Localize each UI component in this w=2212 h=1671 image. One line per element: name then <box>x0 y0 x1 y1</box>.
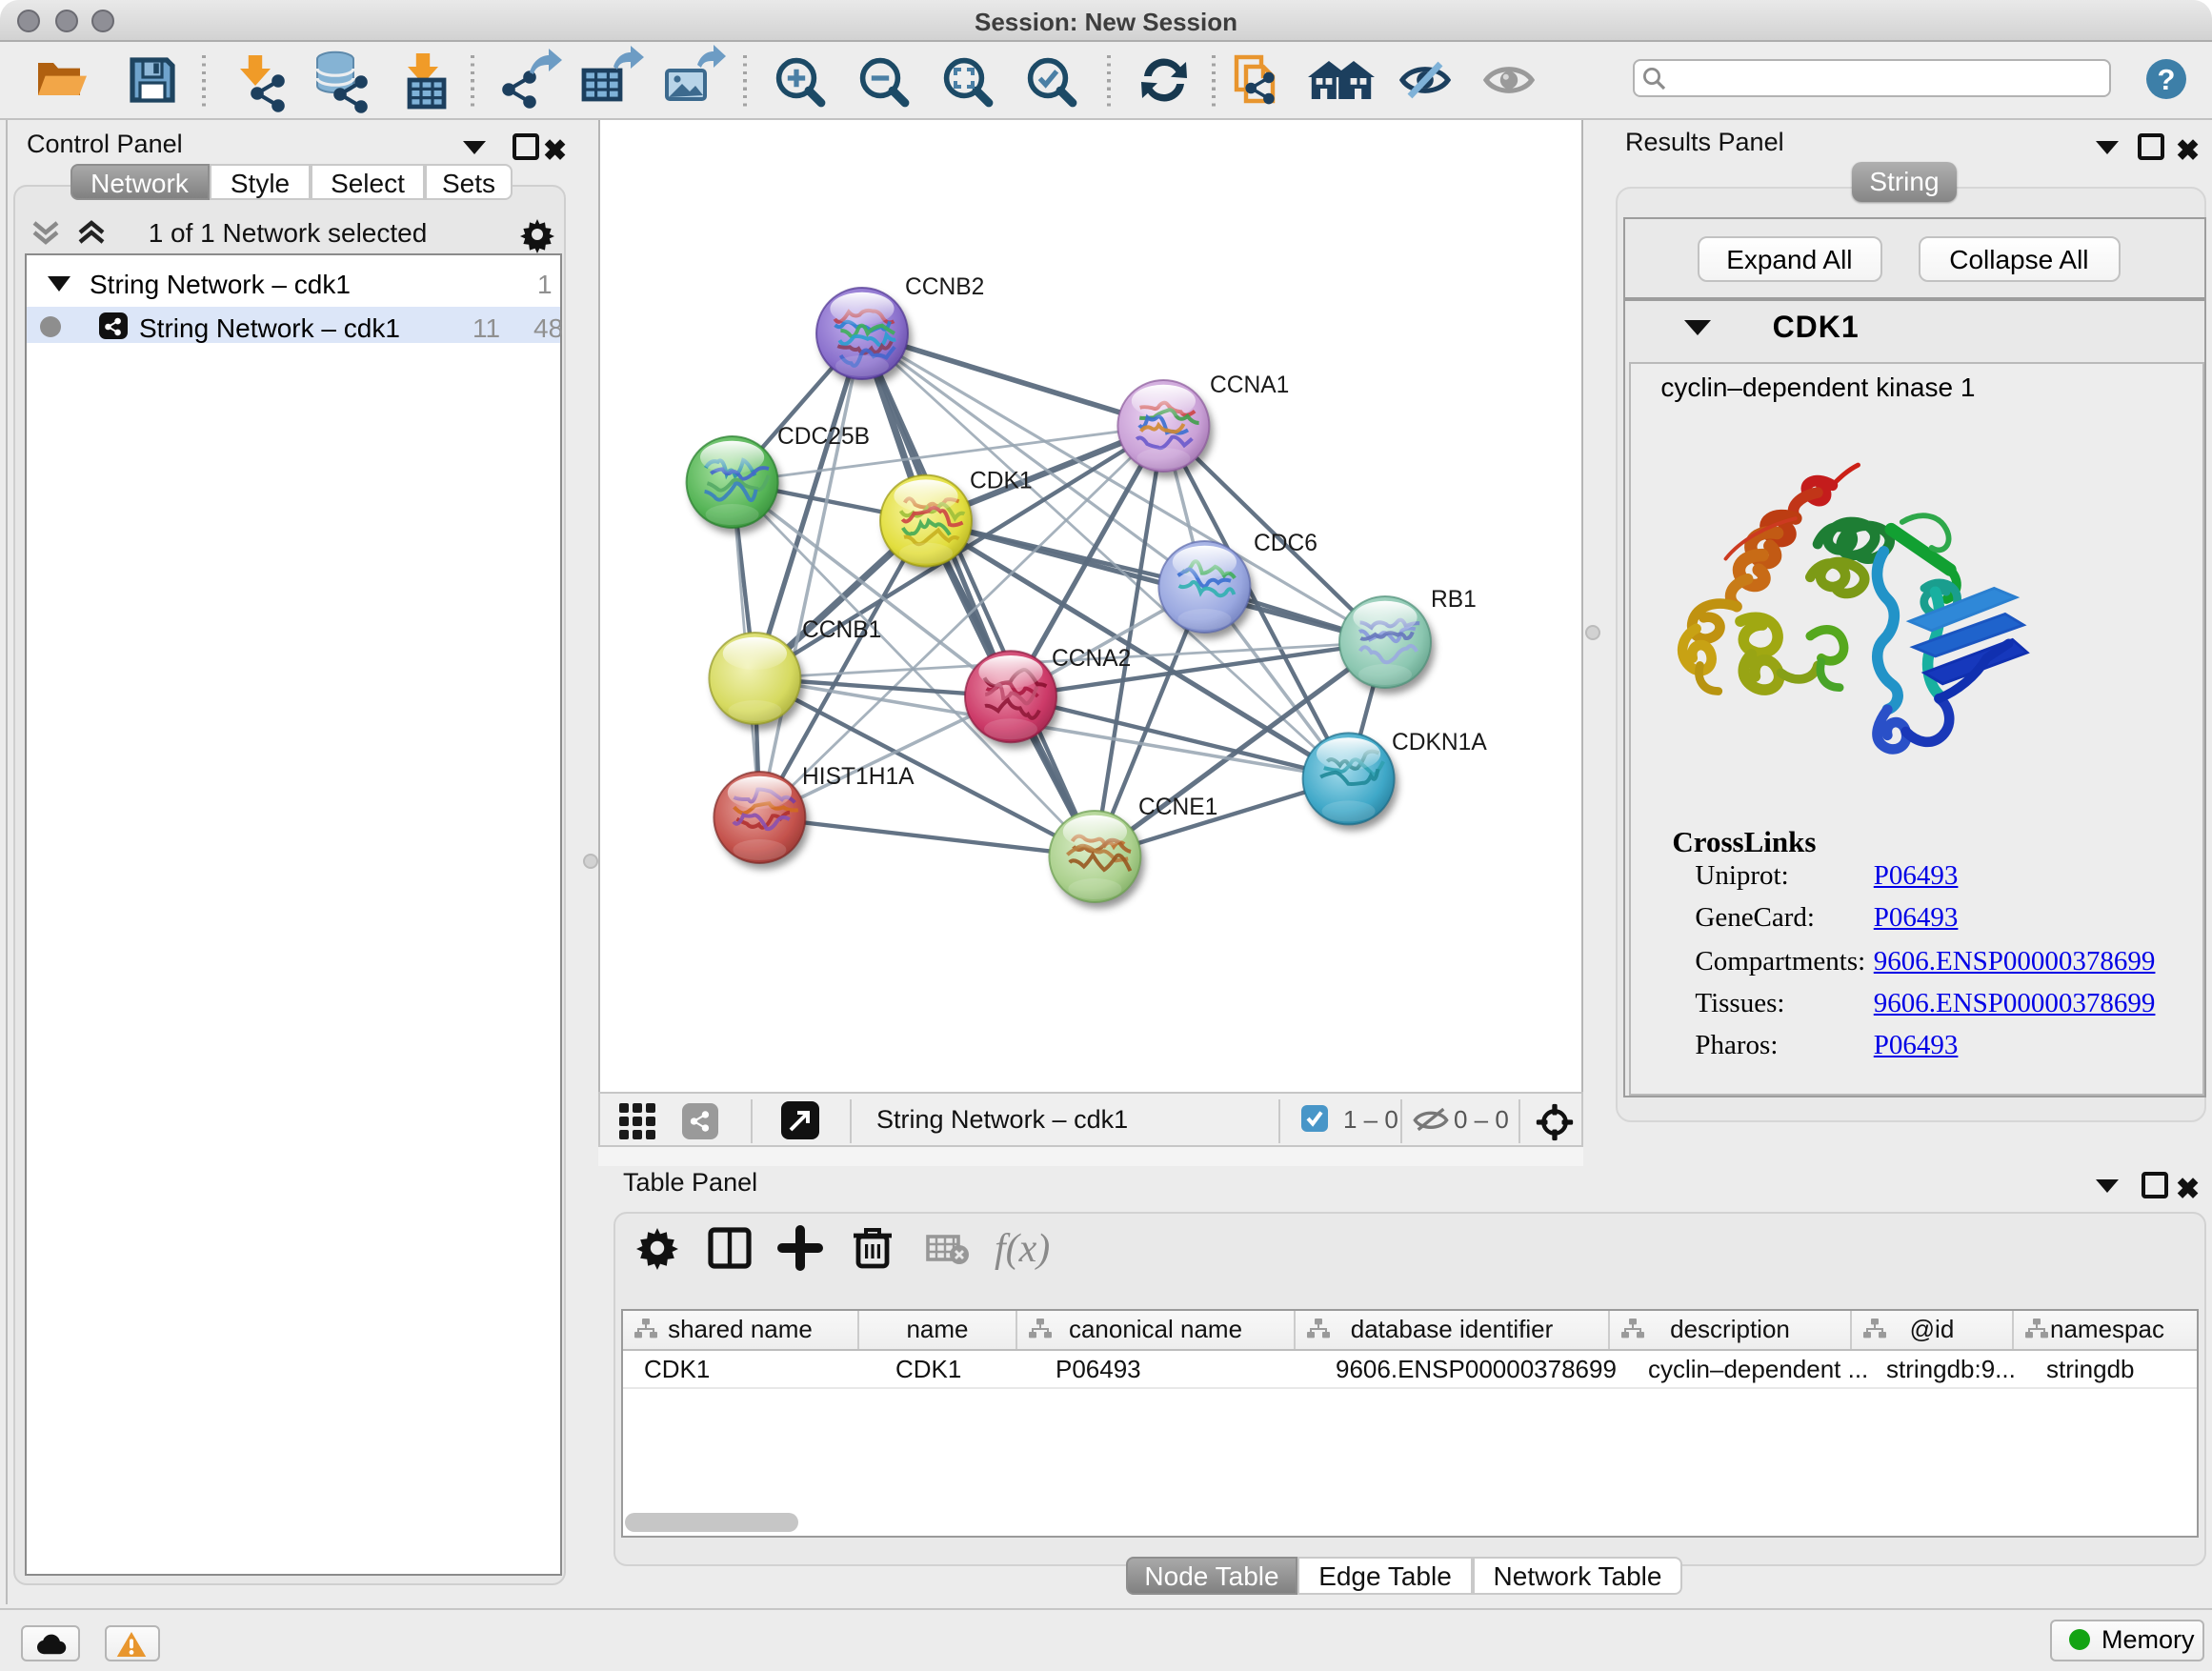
svg-text:?: ? <box>2158 63 2176 96</box>
svg-text:CCNE1: CCNE1 <box>1138 795 1217 820</box>
svg-text:CDK1: CDK1 <box>970 468 1033 493</box>
svg-text:CDC25B: CDC25B <box>777 424 870 450</box>
svg-text:CCNB2: CCNB2 <box>905 274 984 300</box>
svg-text:HIST1H1A: HIST1H1A <box>802 764 915 790</box>
svg-text:CCNA1: CCNA1 <box>1210 372 1289 398</box>
svg-text:CCNB1: CCNB1 <box>802 617 881 643</box>
svg-text:CDKN1A: CDKN1A <box>1392 730 1487 755</box>
svg-text:CCNA2: CCNA2 <box>1052 646 1131 672</box>
svg-text:CDC6: CDC6 <box>1254 531 1317 556</box>
svg-text:RB1: RB1 <box>1431 587 1477 613</box>
svg-text:f(x): f(x) <box>995 1227 1050 1271</box>
